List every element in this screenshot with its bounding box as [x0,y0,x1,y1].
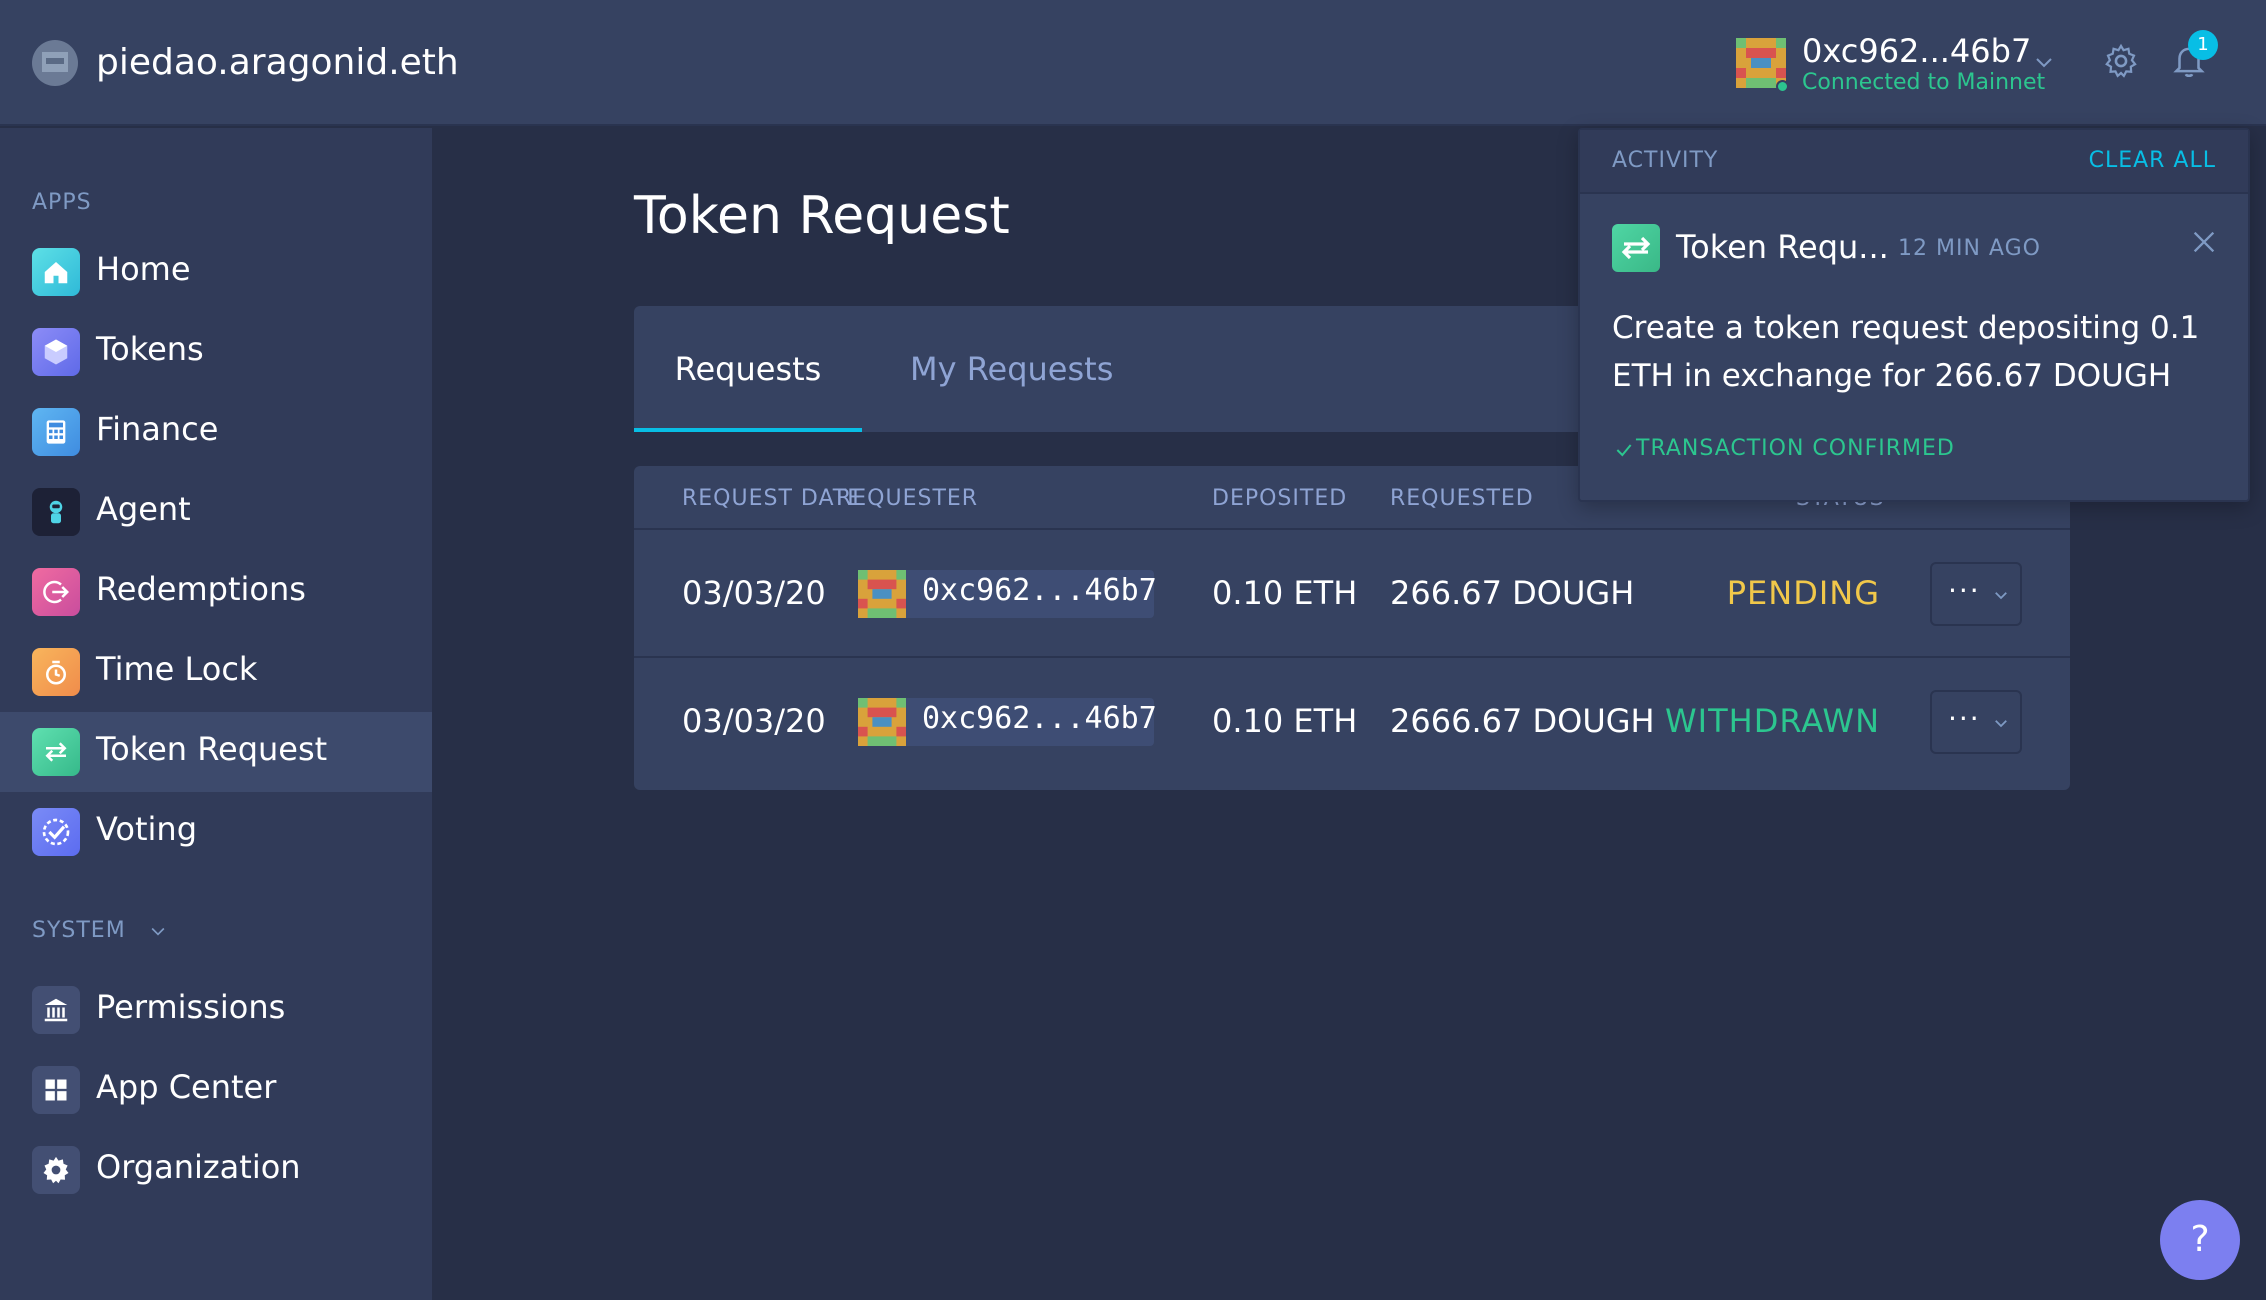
chevron-down-icon [1995,720,2007,728]
help-button[interactable]: ? [2160,1200,2240,1280]
grid-icon [32,1066,80,1114]
notification-badge: 1 [2188,30,2218,60]
sidebar-item-label: Home [96,250,191,288]
requester-avatar [858,570,906,618]
exit-arrow-icon [32,568,80,616]
activity-header: ACTIVITY CLEAR ALL [1580,130,2248,194]
account-address: 0xc962...46b7 [1802,32,2032,70]
deposited-amount: 0.10 ETH [1212,574,1358,612]
top-bar: piedao.aragonid.eth 0xc962...46b7 Connec… [0,0,2266,126]
activity-item-description: Create a token request depositing 0.1 ET… [1612,310,2200,394]
connection-status-dot [1776,80,1789,93]
deposited-amount: 0.10 ETH [1212,702,1358,740]
table-row: 03/03/20 0xc962...46b7 0.10 ETH 2666.67 … [634,660,2070,788]
account-selector[interactable]: 0xc962...46b7 Connected to Mainnet [1736,32,2058,96]
sidebar-item-voting[interactable]: Voting [0,792,432,872]
sidebar-item-app-center[interactable]: App Center [0,1050,432,1130]
activity-title: ACTIVITY [1612,148,1719,173]
requested-amount: 2666.67 DOUGH [1390,702,1655,740]
sidebar-item-label: Token Request [96,730,328,768]
activity-item-title: Token Requ... [1676,228,1889,266]
requester-address[interactable]: 0xc962...46b7 [858,698,1157,746]
sidebar-item-label: Redemptions [96,570,306,608]
sidebar: APPS Home Tokens Finance Agent Redemptio… [0,128,432,1300]
check-icon [1616,444,1632,457]
system-section-toggle[interactable]: SYSTEM [32,918,168,943]
exchange-arrows-icon [1612,224,1660,272]
cube-icon [32,328,80,376]
gear-icon [32,1146,80,1194]
sidebar-item-home[interactable]: Home [0,232,432,312]
chevron-down-icon [1995,592,2007,600]
bank-icon [32,986,80,1034]
activity-panel: ACTIVITY CLEAR ALL Token Requ... 12 MIN … [1578,128,2250,502]
home-icon [32,248,80,296]
sidebar-item-tokens[interactable]: Tokens [0,312,432,392]
robot-icon [32,488,80,536]
sidebar-item-label: Agent [96,490,191,528]
tab-my-requests[interactable]: My Requests [910,306,1113,432]
sidebar-item-label: Tokens [96,330,204,368]
sidebar-item-time-lock[interactable]: Time Lock [0,632,432,712]
org-logo[interactable] [32,40,78,86]
row-actions-button[interactable]: ··· [1930,690,2022,754]
calculator-icon [32,408,80,456]
more-dots-icon: ··· [1948,702,1981,735]
requester-avatar [858,698,906,746]
sidebar-item-agent[interactable]: Agent [0,472,432,552]
sidebar-item-label: App Center [96,1068,277,1106]
status-badge: PENDING [1726,574,1880,612]
requests-table: REQUEST DATE REQUESTER DEPOSITED REQUEST… [634,466,2070,790]
sidebar-item-permissions[interactable]: Permissions [0,970,432,1050]
table-row: 03/03/20 0xc962...46b7 0.10 ETH 266.67 D… [634,530,2070,658]
requester-address-text: 0xc962...46b7 [922,701,1157,736]
requested-amount: 266.67 DOUGH [1390,574,1635,612]
sidebar-item-label: Finance [96,410,219,448]
sidebar-item-finance[interactable]: Finance [0,392,432,472]
request-date: 03/03/20 [682,574,826,612]
network-status: Connected to Mainnet [1802,70,2046,95]
status-badge: WITHDRAWN [1665,702,1880,740]
system-section-label: SYSTEM [32,918,126,943]
check-seal-icon [32,808,80,856]
column-header-requester: REQUESTER [836,486,979,511]
sidebar-item-label: Permissions [96,988,286,1026]
page-title: Token Request [634,186,1010,246]
requester-address[interactable]: 0xc962...46b7 [858,570,1157,618]
column-header-deposited: DEPOSITED [1212,486,1348,511]
sidebar-item-label: Time Lock [96,650,258,688]
request-date: 03/03/20 [682,702,826,740]
clock-lock-icon [32,648,80,696]
column-header-requested: REQUESTED [1390,486,1534,511]
sidebar-item-label: Organization [96,1148,301,1186]
chevron-down-icon [151,927,165,936]
chevron-down-icon [2036,58,2052,68]
org-name[interactable]: piedao.aragonid.eth [96,40,459,86]
apps-section-label: APPS [32,190,92,215]
sidebar-item-label: Voting [96,810,198,848]
exchange-arrows-icon [32,728,80,776]
sidebar-item-redemptions[interactable]: Redemptions [0,552,432,632]
more-dots-icon: ··· [1948,574,1981,607]
gear-icon[interactable] [2102,42,2140,80]
row-actions-button[interactable]: ··· [1930,562,2022,626]
clear-all-button[interactable]: CLEAR ALL [2089,148,2216,173]
transaction-status: TRANSACTION CONFIRMED [1636,436,1955,461]
tab-requests[interactable]: Requests [634,306,862,432]
close-icon[interactable] [2190,228,2218,256]
sidebar-item-organization[interactable]: Organization [0,1130,432,1210]
activity-item-time: 12 MIN AGO [1898,236,2041,261]
sidebar-item-token-request[interactable]: Token Request [0,712,432,792]
requester-address-text: 0xc962...46b7 [922,573,1157,608]
